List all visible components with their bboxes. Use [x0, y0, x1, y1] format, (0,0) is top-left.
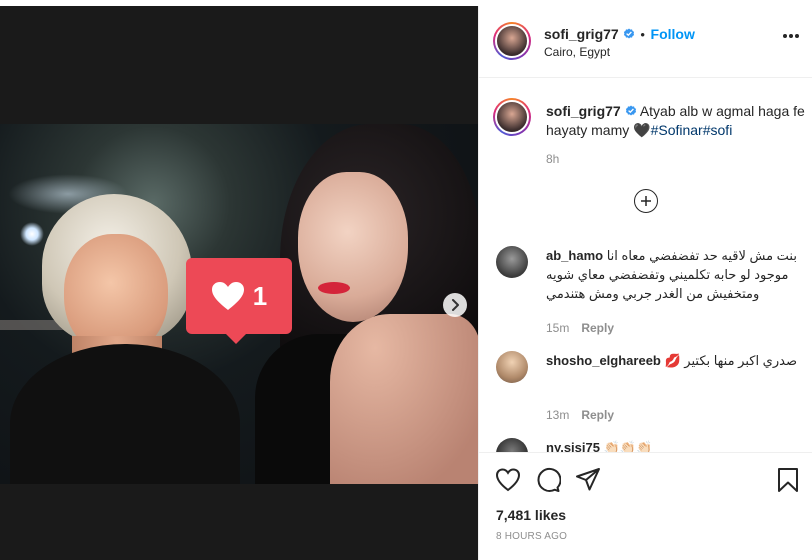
hashtag-link[interactable]: #sofi	[703, 122, 733, 138]
post-details-panel: sofi_grig77 • Follow Cairo, Egypt sofi_g…	[478, 6, 812, 560]
caption-author-avatar[interactable]	[493, 98, 531, 136]
bookmark-icon[interactable]	[775, 467, 801, 493]
lamp-light	[20, 222, 44, 246]
commenter-avatar[interactable]	[496, 438, 528, 452]
commenter-username[interactable]: ny.sisi75	[546, 440, 600, 452]
reply-button[interactable]: Reply	[581, 408, 614, 422]
post-timestamp[interactable]: 8 HOURS AGO	[496, 531, 567, 542]
comment-item: ny.sisi75 👏🏻👏🏻👏🏻	[479, 436, 812, 452]
caption-time: 8h	[546, 152, 560, 166]
heart-icon	[211, 282, 244, 310]
comment-text: 👏🏻👏🏻👏🏻	[603, 440, 653, 452]
comment-time: 13m	[546, 408, 570, 422]
reply-button[interactable]: Reply	[581, 321, 614, 335]
load-more-comments-button[interactable]	[634, 189, 658, 213]
comment-icon[interactable]	[535, 467, 561, 493]
next-photo-button[interactable]	[443, 293, 467, 317]
post-header: sofi_grig77 • Follow Cairo, Egypt	[479, 6, 812, 78]
commenter-username[interactable]: ab_hamo	[546, 248, 603, 263]
author-avatar[interactable]	[493, 22, 531, 60]
commenter-avatar[interactable]	[496, 246, 528, 278]
separator-dot: •	[640, 27, 645, 42]
author-line: sofi_grig77 • Follow	[544, 26, 695, 42]
instagram-post-modal: 1 sofi_grig77 • Follow Cairo, Egypt sofi…	[0, 0, 812, 560]
daughter-face	[298, 172, 408, 322]
comment-text: صدري اكبر منها بكتير 💋	[664, 353, 798, 368]
follow-button[interactable]: Follow	[651, 26, 695, 42]
heart-icon[interactable]	[495, 467, 521, 493]
comment-body: shosho_elghareeb صدري اكبر منها بكتير 💋	[546, 351, 802, 370]
comment-body: ny.sisi75 👏🏻👏🏻👏🏻	[546, 438, 802, 452]
like-notification-count: 1	[252, 280, 268, 311]
commenter-username[interactable]: shosho_elghareeb	[546, 353, 661, 368]
daughter-lips	[318, 282, 350, 294]
comment-body: ab_hamo بنت مش لاقيه حد تفضفضي معاه انا …	[546, 246, 802, 303]
chevron-right-icon	[452, 299, 459, 311]
plus-circle-icon	[641, 196, 651, 206]
commenter-avatar[interactable]	[496, 351, 528, 383]
like-notification-bubble: 1	[186, 258, 292, 344]
more-options-icon[interactable]	[783, 34, 799, 38]
post-action-bar: 7,481 likes 8 HOURS AGO	[479, 452, 812, 560]
comment-time: 15m	[546, 321, 570, 335]
likes-count[interactable]: 7,481 likes	[496, 507, 566, 523]
mother-dress	[10, 344, 240, 484]
author-username[interactable]: sofi_grig77	[544, 26, 619, 42]
share-icon[interactable]	[575, 467, 601, 493]
post-location[interactable]: Cairo, Egypt	[544, 45, 610, 59]
verified-badge-icon	[625, 105, 636, 116]
daughter-arm	[330, 314, 478, 484]
caption-heart-emoji: 🖤	[633, 122, 651, 138]
verified-badge-icon	[623, 28, 634, 39]
hashtag-link[interactable]: #Sofinar	[651, 122, 703, 138]
post-media[interactable]: 1	[0, 6, 478, 560]
caption-username[interactable]: sofi_grig77	[546, 103, 621, 119]
comment-actions: 13m Reply	[546, 408, 614, 422]
comment-actions: 15m Reply	[546, 321, 614, 335]
post-caption: sofi_grig77 Atyab alb w agmal haga fe ha…	[546, 102, 812, 140]
